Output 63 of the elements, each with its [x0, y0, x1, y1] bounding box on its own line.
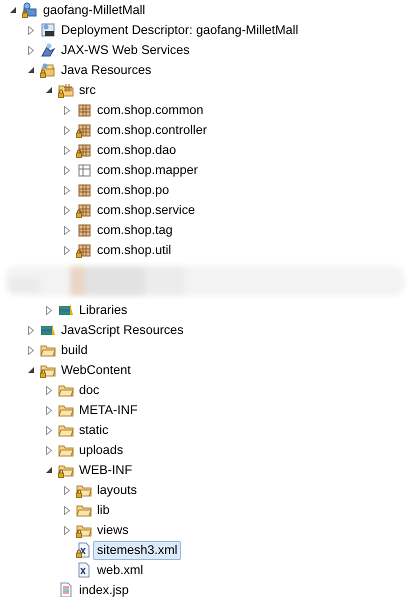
tree-item[interactable]: build [57, 340, 92, 360]
expand-arrow-icon[interactable] [64, 166, 70, 174]
tree-item[interactable]: com.shop.controller [93, 120, 211, 140]
tree-item[interactable]: JavaScript Resources [57, 320, 188, 340]
tree-item[interactable]: com.shop.po [93, 180, 174, 200]
expand-arrow-icon[interactable] [28, 46, 34, 54]
expand-arrow-icon[interactable] [64, 246, 70, 254]
expand-arrow-icon[interactable] [46, 406, 52, 414]
expand-arrow-icon[interactable] [46, 426, 52, 434]
expand-arrow-icon[interactable] [64, 506, 70, 514]
tree-item[interactable]: lib [93, 500, 114, 520]
tree-item[interactable]: com.shop.util [93, 240, 176, 260]
expand-arrow-icon[interactable] [64, 206, 70, 214]
tree-item[interactable]: META-INF [75, 400, 142, 420]
expand-arrow-icon[interactable] [64, 186, 70, 194]
expand-arrow-icon[interactable] [46, 446, 52, 454]
expand-arrow-icon[interactable] [64, 106, 70, 114]
tree-item[interactable]: uploads [75, 440, 128, 460]
expand-arrow-icon[interactable] [64, 146, 70, 154]
expand-arrow-icon[interactable] [28, 346, 34, 354]
tree-item[interactable]: web.xml [93, 560, 148, 580]
tree-item[interactable]: index.jsp [75, 580, 133, 597]
tree-item[interactable]: views [93, 520, 132, 540]
package-icon [76, 222, 92, 238]
tree-item[interactable]: layouts [93, 480, 141, 500]
xml-file-icon [76, 562, 92, 578]
tree-item[interactable]: Deployment Descriptor: gaofang-MilletMall [57, 20, 302, 40]
library-icon [40, 322, 56, 338]
tree-item[interactable]: src [75, 80, 100, 100]
expand-arrow-icon[interactable] [64, 126, 70, 134]
expand-arrow-icon[interactable] [64, 526, 70, 534]
expand-arrow-icon[interactable] [64, 486, 70, 494]
library-icon [58, 302, 74, 318]
tree-item[interactable]: JAX-WS Web Services [57, 40, 194, 60]
web-services-icon [40, 42, 56, 58]
collapse-arrow-icon[interactable] [27, 366, 35, 374]
tree-item[interactable]: static [75, 420, 112, 440]
jsp-file-icon [58, 582, 74, 597]
package-icon [76, 182, 92, 198]
tree-item[interactable]: WEB-INF [75, 460, 136, 480]
tree-item[interactable]: com.shop.common [93, 100, 208, 120]
tree-item[interactable]: com.shop.dao [93, 140, 180, 160]
expand-arrow-icon[interactable] [46, 306, 52, 314]
tree-item[interactable]: doc [75, 380, 104, 400]
package-icon [76, 102, 92, 118]
tree-item[interactable]: sitemesh3.xml [93, 540, 182, 560]
tree-item[interactable]: com.shop.tag [93, 220, 177, 240]
tree-item[interactable]: gaofang-MilletMall [39, 0, 150, 20]
empty-package-icon [76, 162, 92, 178]
expand-arrow-icon[interactable] [28, 26, 34, 34]
expand-arrow-icon[interactable] [64, 226, 70, 234]
expand-arrow-icon[interactable] [46, 386, 52, 394]
collapse-arrow-icon[interactable] [9, 6, 17, 14]
collapse-arrow-icon[interactable] [45, 466, 53, 474]
descriptor-icon [40, 22, 56, 38]
tree-item[interactable]: WebContent [57, 360, 135, 380]
tree-item[interactable]: com.shop.service [93, 200, 199, 220]
tree-item[interactable]: Libraries [75, 300, 132, 320]
tree-item[interactable]: com.shop.mapper [93, 160, 202, 180]
collapse-arrow-icon[interactable] [45, 86, 53, 94]
tree-item[interactable]: Java Resources [57, 60, 156, 80]
expand-arrow-icon[interactable] [28, 326, 34, 334]
collapse-arrow-icon[interactable] [27, 66, 35, 74]
